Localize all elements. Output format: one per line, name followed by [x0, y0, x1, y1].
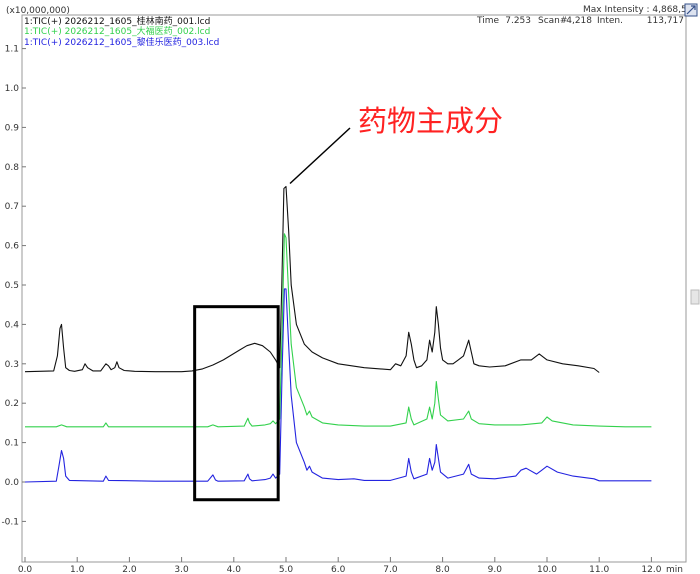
y-tick-label: 0.0: [5, 478, 20, 488]
legend-entry-2: 1:TIC(+) 2026212_1605_大福医药_002.lcd: [24, 25, 210, 37]
x-tick-label: 8.0: [435, 565, 450, 574]
y-tick-label: 1.0: [5, 84, 20, 94]
y-tick-label: 1.1: [5, 45, 19, 55]
chart-background: [0, 0, 700, 574]
legend-entry-1: 1:TIC(+) 2026212_1605_桂林南药_001.lcd: [24, 15, 210, 27]
y-tick-label: 0.5: [5, 281, 19, 291]
x-tick-label: 5.0: [279, 565, 294, 574]
y-tick-label: 0.3: [5, 360, 19, 370]
max-intensity: Max Intensity : 4,868,5: [583, 5, 687, 15]
corner-button[interactable]: [684, 3, 698, 17]
x-tick-label: 12.0: [641, 565, 661, 574]
y-tick-label: 0.9: [5, 123, 20, 133]
y-tick-label: -0.1: [1, 517, 19, 527]
inten-value: 113,717: [647, 16, 684, 26]
x-tick-label: 2.0: [122, 565, 137, 574]
y-tick-label: 0.6: [5, 242, 20, 252]
x-tick-label: 11.0: [589, 565, 609, 574]
scan-label: Scan#: [538, 16, 567, 26]
x-axis-label: min: [666, 565, 683, 574]
x-tick-label: 3.0: [174, 565, 189, 574]
time-label: Time: [476, 16, 499, 26]
x-tick-label: 10.0: [537, 565, 557, 574]
y-tick-label: 0.1: [5, 439, 19, 449]
x-tick-label: 7.0: [383, 565, 398, 574]
y-tick-label: 0.2: [5, 399, 19, 409]
x-tick-label: 9.0: [488, 565, 503, 574]
x-tick-label: 4.0: [227, 565, 242, 574]
legend-entry-3: 1:TIC(+) 2026212_1605_黎佳乐医药_003.lcd: [24, 36, 219, 48]
time-value: 7.253: [505, 16, 531, 26]
scale-label: (x10,000,000): [6, 6, 70, 16]
y-tick-label: 0.7: [5, 202, 19, 212]
y-tick-label: 0.4: [5, 320, 20, 330]
chromatogram-chart: -0.1 0.0 0.1 0.2 0.3 0.4 0.5 0.6 0.7 0.8 0.9 1.0 1.1…: [0, 0, 700, 574]
inten-label: Inten.: [597, 16, 623, 26]
x-tick-label: 0.0: [18, 565, 33, 574]
y-tick-label: 0.8: [5, 163, 20, 173]
scan-value: 4,218: [566, 16, 592, 26]
x-tick-label: 1.0: [70, 565, 85, 574]
annotation-text: 药物主成分: [358, 104, 503, 138]
x-tick-label: 6.0: [331, 565, 346, 574]
scrollbar-handle[interactable]: [690, 289, 700, 305]
